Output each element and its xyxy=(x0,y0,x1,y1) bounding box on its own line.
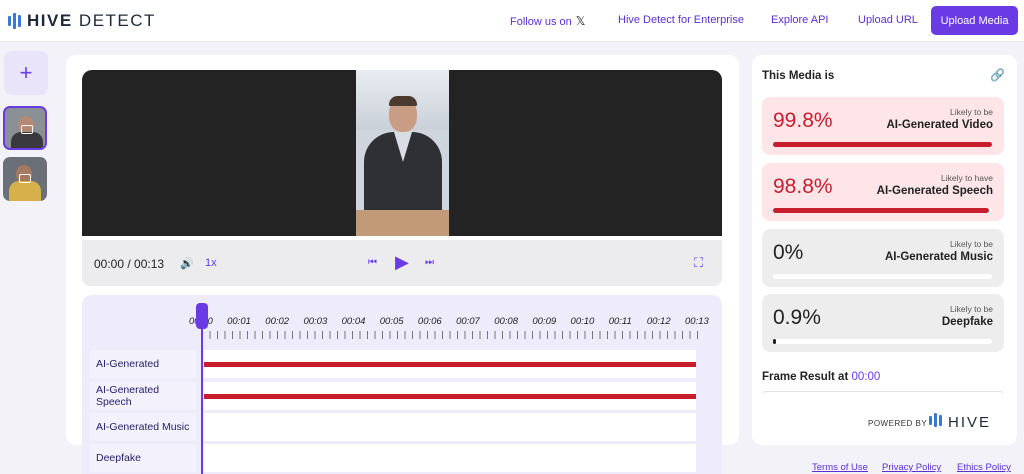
timeline-tick-label: 00:11 xyxy=(608,316,632,327)
privacy-link[interactable]: Privacy Policy xyxy=(882,462,941,473)
video-frame xyxy=(356,70,449,236)
player-controls: 00:00 / 00:13 🔊 1x ⏮ ▶ ⏭ ⛶ xyxy=(82,240,722,286)
track-row[interactable] xyxy=(204,413,696,441)
ethics-link[interactable]: Ethics Policy xyxy=(957,462,1011,473)
result-bar xyxy=(773,339,992,344)
track-label: AI-Generated xyxy=(90,350,196,378)
explore-api-link[interactable]: Explore API xyxy=(771,14,828,26)
result-label: AI-Generated Video xyxy=(886,119,993,131)
thumbnail-person-body xyxy=(11,132,43,148)
fullscreen-icon[interactable]: ⛶ xyxy=(694,255,703,271)
timeline-tick-label: 00:01 xyxy=(227,316,251,327)
follow-us-label: Follow us on xyxy=(510,16,572,28)
hive-logo-icon xyxy=(929,413,942,427)
result-label: Deepfake xyxy=(941,316,993,328)
brand-name: HIVE DETECT xyxy=(27,11,156,31)
powered-by-label: POWERED BY xyxy=(868,419,928,428)
timeline-tick-label: 00:09 xyxy=(532,316,557,327)
hive-detect-logo[interactable]: HIVE DETECT xyxy=(8,11,156,31)
media-thumbnail-1[interactable] xyxy=(3,106,47,150)
result-label: AI-Generated Speech xyxy=(876,185,993,197)
track-label: Deepfake xyxy=(90,444,196,472)
thumbnail-person-body xyxy=(9,181,41,201)
brand-name-bold: HIVE xyxy=(27,11,73,30)
scrubber-line xyxy=(201,329,203,474)
track-label: AI-Generated Music xyxy=(90,413,196,441)
result-card: 0% Likely to be AI-Generated Music xyxy=(762,229,1004,287)
track-row[interactable] xyxy=(204,350,696,378)
add-media-button[interactable]: + xyxy=(4,51,48,95)
frame-person-hair xyxy=(389,96,417,106)
video-camera-icon xyxy=(21,125,33,134)
result-percent: 0.9% xyxy=(773,306,821,329)
x-logo-icon: 𝕏 xyxy=(575,14,586,28)
results-title: This Media is xyxy=(762,70,835,82)
timeline-tick-label: 00:07 xyxy=(456,316,480,327)
playback-time: 00:00 / 00:13 xyxy=(94,257,165,271)
media-thumbnail-2[interactable] xyxy=(3,157,47,201)
hive-logo-icon xyxy=(8,13,21,29)
frame-result-time: 00:00 xyxy=(851,371,881,383)
top-bar: HIVE DETECT Follow us on 𝕏 Hive Detect fo… xyxy=(0,0,1024,42)
result-bar-fill xyxy=(773,142,992,147)
next-frame-icon[interactable]: ⏭ xyxy=(425,257,434,268)
playback-speed-button[interactable]: 1x xyxy=(205,257,217,269)
link-icon[interactable]: 🔗 xyxy=(990,68,1005,82)
terms-link[interactable]: Terms of Use xyxy=(812,462,868,473)
track-label: AI-Generated Speech xyxy=(90,382,196,410)
frame-desk xyxy=(356,210,449,236)
results-panel: This Media is 🔗 Frame Result at 00:00 PO… xyxy=(752,55,1017,445)
result-sublabel: Likely to be xyxy=(950,304,993,314)
upload-url-link[interactable]: Upload URL xyxy=(858,14,918,26)
timeline-scrubber-handle[interactable] xyxy=(196,303,208,329)
timeline-tick-label: 00:08 xyxy=(494,316,518,327)
result-sublabel: Likely to be xyxy=(950,239,993,249)
timeline-ruler[interactable] xyxy=(202,331,698,339)
result-card: 98.8% Likely to have AI-Generated Speech xyxy=(762,163,1004,221)
result-percent: 99.8% xyxy=(773,109,833,132)
timeline-tick-label: 00:06 xyxy=(417,316,442,327)
timeline-tick-label: 00:02 xyxy=(265,316,290,327)
result-sublabel: Likely to have xyxy=(941,173,993,183)
timeline-tick-label: 00:04 xyxy=(341,316,366,327)
result-bar-fill xyxy=(773,339,776,344)
result-bar xyxy=(773,208,992,213)
result-label: AI-Generated Music xyxy=(885,251,993,263)
result-card: 99.8% Likely to be AI-Generated Video xyxy=(762,97,1004,155)
result-bar-fill xyxy=(773,208,990,213)
timeline-tick-label: 00:12 xyxy=(646,316,671,327)
upload-media-button[interactable]: Upload Media xyxy=(931,6,1018,35)
hive-brand: HIVE xyxy=(948,414,992,431)
video-camera-icon xyxy=(19,174,31,183)
result-percent: 98.8% xyxy=(773,175,833,198)
track-detection-bar xyxy=(204,362,696,367)
result-bar xyxy=(773,274,992,279)
detection-timeline: 00:0000:0100:0200:0300:0400:0500:0600:07… xyxy=(82,295,722,474)
previous-frame-icon[interactable]: ⏮ xyxy=(368,257,377,268)
timeline-tick-label: 00:03 xyxy=(303,316,328,327)
brand-name-light: DETECT xyxy=(78,11,156,30)
play-icon[interactable]: ▶ xyxy=(395,252,409,273)
result-card: 0.9% Likely to be Deepfake xyxy=(762,294,1004,352)
video-player[interactable] xyxy=(82,70,722,236)
timeline-tick-label: 00:10 xyxy=(570,316,595,327)
track-row[interactable] xyxy=(204,444,696,472)
follow-us-link[interactable]: Follow us on 𝕏 xyxy=(510,14,585,28)
result-percent: 0% xyxy=(773,241,804,264)
track-detection-bar xyxy=(204,394,696,399)
result-sublabel: Likely to be xyxy=(950,107,993,117)
timeline-tick-label: 00:05 xyxy=(379,316,404,327)
track-row[interactable] xyxy=(204,382,696,410)
enterprise-link[interactable]: Hive Detect for Enterprise xyxy=(618,14,744,26)
result-bar xyxy=(773,142,992,147)
frame-result-heading: Frame Result at 00:00 xyxy=(762,371,880,383)
frame-result-box xyxy=(762,391,1004,399)
volume-icon[interactable]: 🔊 xyxy=(180,257,194,270)
frame-result-label: Frame Result at xyxy=(762,371,849,383)
timeline-tick-label: 00:13 xyxy=(685,316,709,327)
